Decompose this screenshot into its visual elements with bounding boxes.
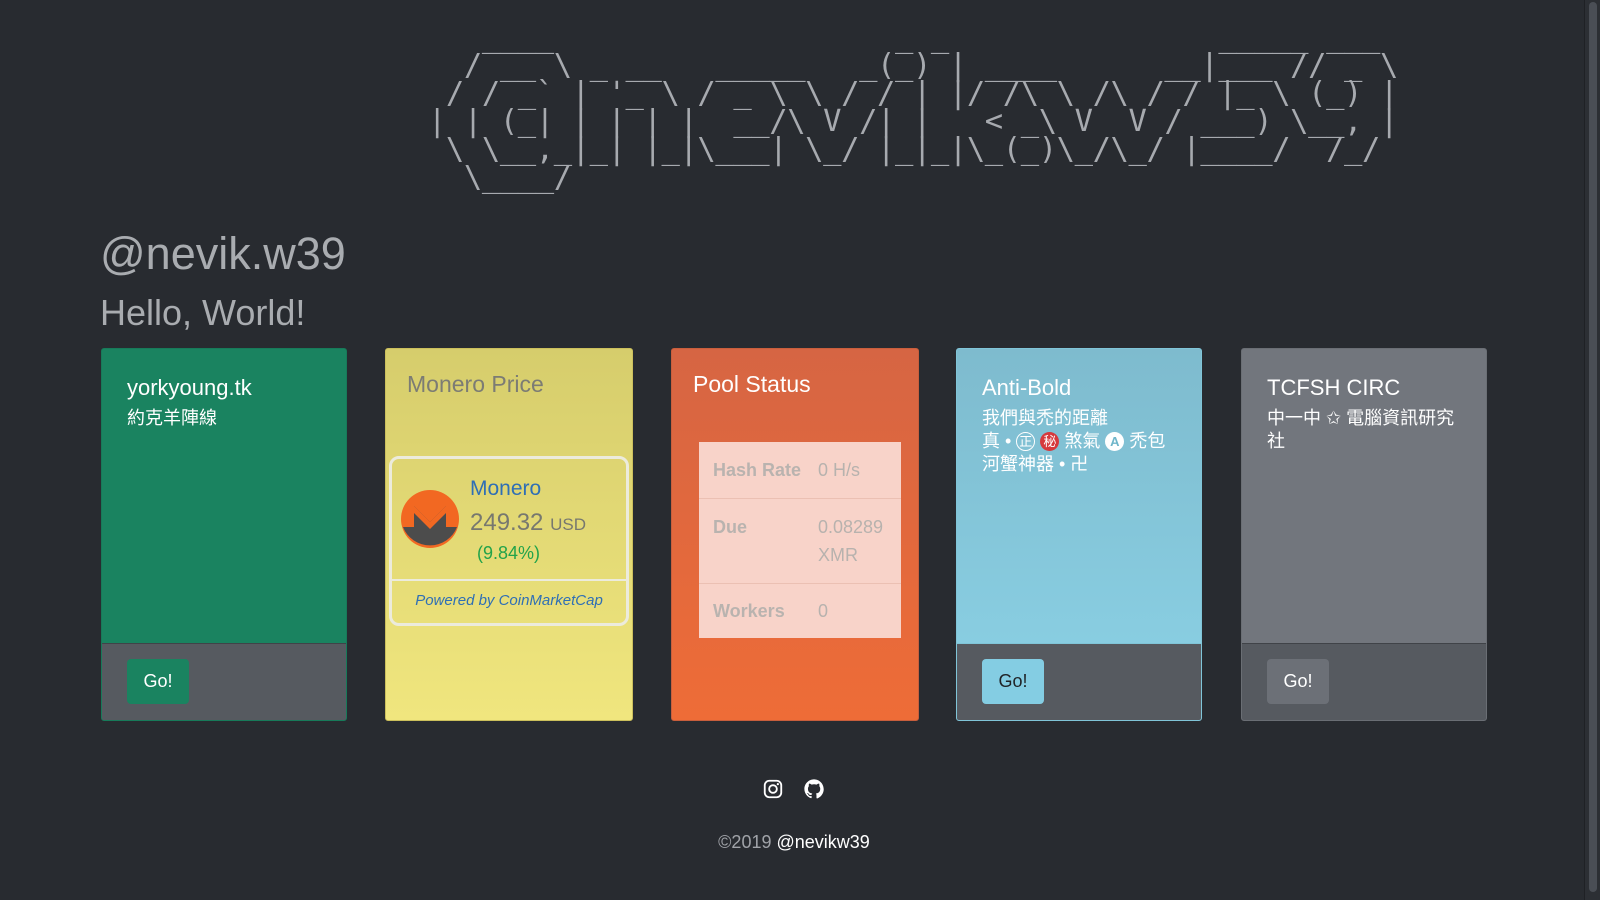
table-row: Due 0.08289 XMR bbox=[699, 499, 901, 584]
card-anti-bold: Anti-Bold 我們與禿的距離 真 • 正 秘 煞氣 A 禿包 河蟹神器 •… bbox=[956, 348, 1202, 721]
description-line: 河蟹神器 • 卍 bbox=[982, 454, 1089, 474]
card-footer: Go! bbox=[1242, 643, 1486, 720]
circled-a-icon: A bbox=[1105, 432, 1125, 451]
circled-zheng-icon: 正 bbox=[1016, 432, 1036, 451]
price-currency: USD bbox=[550, 515, 586, 534]
text-fragment: 禿包 bbox=[1124, 431, 1166, 451]
page: ____ _ _ _____ ___ / __ \ _ __ _____ _(_… bbox=[0, 0, 1568, 900]
vertical-scrollbar[interactable] bbox=[1584, 0, 1600, 900]
ascii-banner: ____ _ _ _____ ___ / __ \ _ __ _____ _(_… bbox=[427, 20, 1398, 195]
card-description: 約克羊陣線 bbox=[127, 408, 217, 428]
card-pool-status: Pool Status Hash Rate 0 H/s Due 0.08289 … bbox=[671, 348, 919, 721]
row-label: Hash Rate bbox=[713, 460, 802, 480]
text-fragment: 真 • bbox=[982, 431, 1017, 451]
instagram-icon[interactable] bbox=[762, 778, 784, 800]
go-button-anti-bold[interactable]: Go! bbox=[982, 659, 1044, 704]
table-row: Hash Rate 0 H/s bbox=[699, 442, 901, 499]
card-description: 我們與禿的距離 真 • 正 秘 煞氣 A 禿包 河蟹神器 • 卍 bbox=[982, 407, 1176, 476]
github-icon[interactable] bbox=[803, 778, 825, 800]
card-body: TCFSH CIRC 中一中 ✩ 電腦資訊研究社 bbox=[1242, 349, 1486, 645]
card-tcfsh-circ: TCFSH CIRC 中一中 ✩ 電腦資訊研究社 Go! bbox=[1241, 348, 1487, 721]
card-title: Monero Price bbox=[407, 371, 544, 397]
coin-name-link[interactable]: Monero bbox=[470, 477, 541, 501]
footer-handle-link[interactable]: @nevikw39 bbox=[776, 832, 869, 852]
card-yorkyoung: yorkyoung.tk 約克羊陣線 Go! bbox=[101, 348, 347, 721]
copyright-text: ©2019 bbox=[718, 832, 777, 852]
card-footer: Go! bbox=[957, 643, 1201, 720]
card-body: Anti-Bold 我們與禿的距離 真 • 正 秘 煞氣 A 禿包 河蟹神器 •… bbox=[957, 349, 1201, 645]
price-widget: Monero 249.32 USD (9.84%) Powered by Coi… bbox=[389, 456, 629, 626]
page-subtitle: Hello, World! bbox=[100, 292, 306, 333]
coin-price: 249.32 USD bbox=[470, 509, 586, 537]
card-monero-price: Monero Price Monero 249.32 USD (9.84%) P… bbox=[385, 348, 633, 721]
description-line: 真 • 正 秘 煞氣 A 禿包 bbox=[982, 430, 1176, 453]
page-title: @nevik.w39 bbox=[100, 228, 346, 279]
price-value: 249.32 bbox=[470, 509, 544, 536]
card-footer: Go! bbox=[102, 643, 346, 720]
footer-copyright: ©2019 @nevikw39 bbox=[0, 832, 1588, 853]
row-label: Due bbox=[713, 517, 748, 537]
description-line: 我們與禿的距離 bbox=[982, 408, 1108, 428]
powered-by-link[interactable]: Powered by CoinMarketCap bbox=[392, 579, 626, 623]
pool-status-table: Hash Rate 0 H/s Due 0.08289 XMR Workers … bbox=[699, 442, 901, 638]
go-button-yorkyoung[interactable]: Go! bbox=[127, 659, 189, 704]
row-value: 0 bbox=[818, 601, 829, 621]
card-title: Anti-Bold bbox=[982, 375, 1072, 400]
card-body: yorkyoung.tk 約克羊陣線 bbox=[102, 349, 346, 645]
go-button-tcfsh[interactable]: Go! bbox=[1267, 659, 1329, 704]
monero-logo-icon bbox=[401, 490, 459, 548]
card-title: TCFSH CIRC bbox=[1267, 375, 1401, 400]
scrollbar-thumb[interactable] bbox=[1589, 2, 1597, 892]
card-title: yorkyoung.tk bbox=[127, 375, 252, 400]
row-value: 0 H/s bbox=[818, 460, 861, 480]
row-label: Workers bbox=[713, 601, 785, 621]
price-change: (9.84%) bbox=[477, 543, 541, 563]
circled-secret-icon: 秘 bbox=[1040, 432, 1060, 451]
table-row: Workers 0 bbox=[699, 584, 901, 638]
text-fragment: 煞氣 bbox=[1059, 431, 1106, 451]
card-description: 中一中 ✩ 電腦資訊研究社 bbox=[1267, 408, 1455, 451]
row-value: 0.08289 XMR bbox=[818, 517, 884, 565]
card-title: Pool Status bbox=[693, 371, 811, 397]
